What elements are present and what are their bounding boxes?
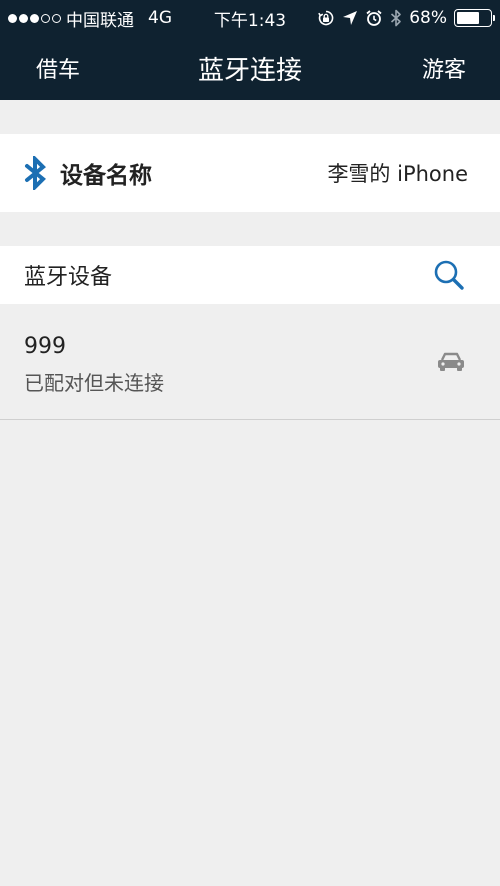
borrow-car-button[interactable]: 借车 [36,52,80,84]
device-item-name: 999 [24,334,66,359]
network-type: 4G [148,8,172,28]
bluetooth-icon [25,156,46,190]
signal-dot [30,13,39,23]
device-name-value: 李雪的 iPhone [327,162,468,186]
bluetooth-devices-header: 蓝牙设备 [0,246,500,304]
status-left: 中国联通 4G [8,6,198,31]
battery-fill [457,12,479,24]
orientation-lock-icon [318,10,334,26]
status-bar: 中国联通 4G 下午1:43 68% [0,0,500,36]
status-right: 68% [317,8,495,28]
signal-dot [19,13,28,23]
carrier-name: 中国联通 [66,10,134,31]
search-icon[interactable] [432,258,466,292]
bluetooth-devices-title: 蓝牙设备 [24,265,113,290]
device-name-row: 设备名称 李雪的 iPhone [0,134,500,212]
guest-button[interactable]: 游客 [422,52,466,84]
device-name-label: 设备名称 [60,163,152,189]
signal-dot [8,13,17,23]
signal-dot [41,13,50,23]
car-icon [438,352,464,371]
list-item[interactable]: 999 已配对但未连接 [0,318,500,420]
battery-icon [454,9,495,27]
signal-strength-icon [8,13,61,23]
bluetooth-status-icon [391,9,402,27]
signal-dot [52,13,61,23]
device-item-status: 已配对但未连接 [24,371,164,395]
location-arrow-icon [343,11,358,25]
navigation-bar: 借车 蓝牙连接 游客 [0,36,500,100]
battery-percentage: 68% [409,8,447,28]
alarm-clock-icon [366,10,382,26]
